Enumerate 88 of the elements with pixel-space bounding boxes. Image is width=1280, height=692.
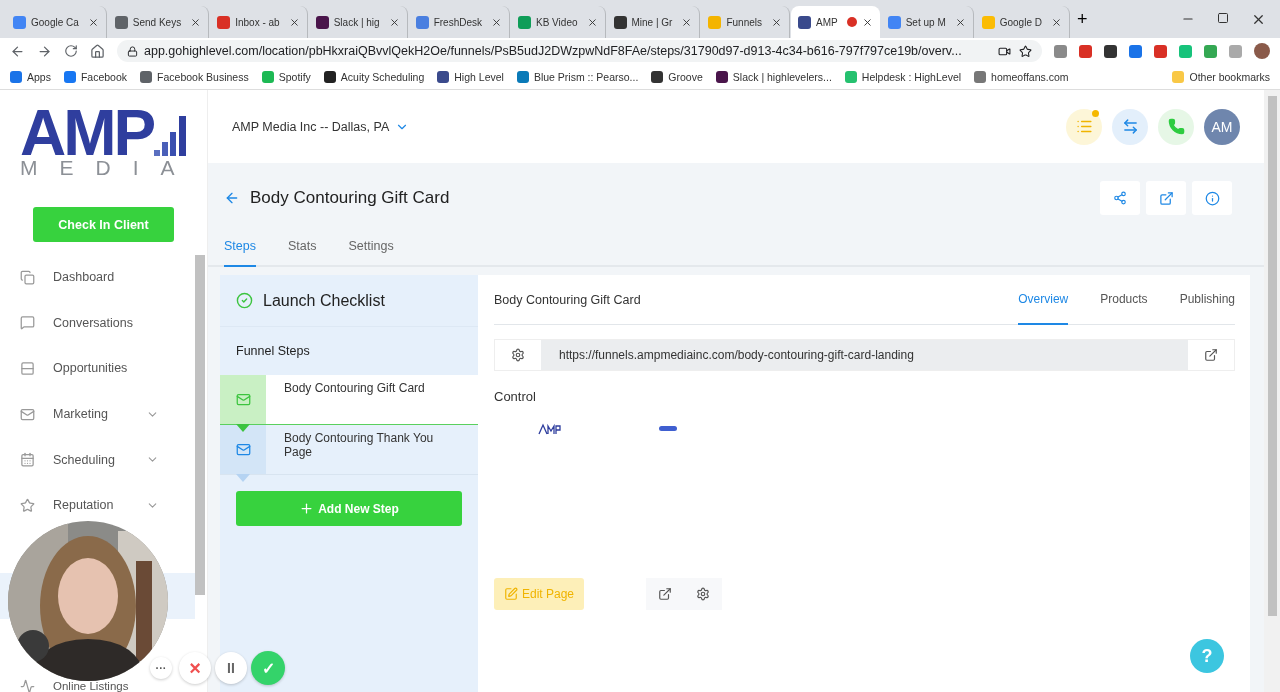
copy-icon [20,269,35,285]
bookmark[interactable]: Groove [651,70,703,83]
tab[interactable]: Stats [287,233,317,267]
star-icon[interactable] [1019,44,1032,58]
lock-icon [127,45,138,57]
calendar-icon [20,452,35,468]
close-icon[interactable] [861,16,873,28]
close-icon[interactable] [491,16,502,28]
sidebar-item[interactable]: Reputation [0,490,195,521]
bookmark[interactable]: High Level [437,70,504,83]
close-icon[interactable] [388,16,400,28]
bookmark[interactable]: Helpdesk : HighLevel [844,70,962,83]
tab[interactable]: Products [1100,275,1148,325]
list-icon [1075,118,1093,135]
swap-icon [1121,118,1139,135]
sidebar-item[interactable]: Scheduling [0,444,195,475]
chat-icon [20,315,35,331]
settings-icon [696,587,710,601]
external-link-icon [1158,190,1174,206]
star-icon [20,497,35,513]
sidebar-item[interactable]: Marketing [0,399,195,430]
address-bar[interactable]: app.gohighlevel.com/location/pbHkxraiQBvvlQekH2Oe/funnels/PsB5udJ2DWzpwNdF8FAe/steps/31790d97-d913-4c34-b616-797f797ce19b/overv... [117,40,1042,62]
maximize-icon[interactable] [1217,11,1229,24]
variant-label: Control [494,389,537,404]
bookmark[interactable]: Acuity Scheduling [323,70,425,83]
close-icon[interactable] [954,16,966,28]
avatar[interactable]: AM [1204,108,1240,145]
phone-icon [1167,118,1185,135]
mail-icon [20,406,35,422]
close-icon[interactable] [288,16,300,28]
close-icon[interactable] [1050,16,1062,28]
bookmark[interactable]: Facebook Business [140,70,249,83]
extension-icon[interactable] [1104,44,1117,58]
bookmark[interactable]: Slack | highlevelers... [715,70,832,83]
close-icon[interactable] [190,16,202,28]
bookmark[interactable]: Other bookmarks [1172,70,1270,83]
mail-icon [235,392,251,407]
share-button[interactable] [1100,181,1140,215]
share-icon [1113,191,1127,205]
bookmark[interactable]: Blue Prism :: Pearso... [516,70,639,83]
profile-icon[interactable] [1254,43,1270,59]
reload-icon[interactable] [64,44,78,58]
open-external-button[interactable] [1146,181,1186,215]
tab[interactable]: Overview [1018,275,1069,325]
sidebar-item[interactable]: Dashboard [0,262,195,292]
edit-icon [503,587,518,601]
close-icon[interactable] [87,16,99,28]
bookmark[interactable]: Facebook [63,70,128,83]
recording-icon [846,17,857,27]
more-button[interactable]: ··· [150,657,172,679]
cancel-button[interactable]: × [179,652,211,684]
close-icon[interactable] [771,16,782,28]
pulse-icon [20,679,35,692]
open-external-button[interactable] [646,578,684,610]
checklist-title[interactable]: Launch Checklist [263,291,385,310]
pointer-icon [236,474,250,482]
forward-icon[interactable] [37,43,52,59]
mail-icon [235,442,251,457]
step-title: Body Contouring Gift Card [494,292,641,307]
bookmark[interactable]: Apps [10,70,51,83]
back-icon[interactable] [10,43,25,59]
browser-tab[interactable]: AMP [791,6,880,38]
sidebar-item[interactable]: Online Listings [20,681,129,692]
info-button[interactable] [1192,181,1232,215]
sidebar-item[interactable]: Opportunities [0,353,195,384]
home-icon[interactable] [90,43,105,59]
back-icon[interactable] [224,190,240,206]
external-link-icon [658,587,672,601]
info-icon [1204,190,1220,206]
page-title: Body Contouring Gift Card [250,188,450,208]
tab[interactable]: Publishing [1179,275,1235,325]
close-icon[interactable] [681,16,693,28]
scrollbar[interactable] [1264,90,1280,692]
check-circle-icon [236,292,253,309]
new-tab-button[interactable]: + [1070,8,1094,30]
tab[interactable]: Settings [348,233,394,267]
section-heading: Funnel Steps [236,344,310,358]
plus-icon [299,501,315,516]
bookmark[interactable]: homeoffans.com [974,70,1069,83]
location-selector[interactable]: AMP Media Inc -- Dallas, PA [232,119,410,134]
settings-button[interactable] [684,578,722,610]
switch-button[interactable] [1112,108,1148,145]
bookmark[interactable]: Spotify [261,70,311,83]
scrollbar[interactable] [195,255,205,595]
close-icon[interactable] [586,16,598,28]
sidebar-item[interactable]: Conversations [0,307,195,338]
notification-dot [1092,109,1099,117]
list-icon [20,360,35,376]
